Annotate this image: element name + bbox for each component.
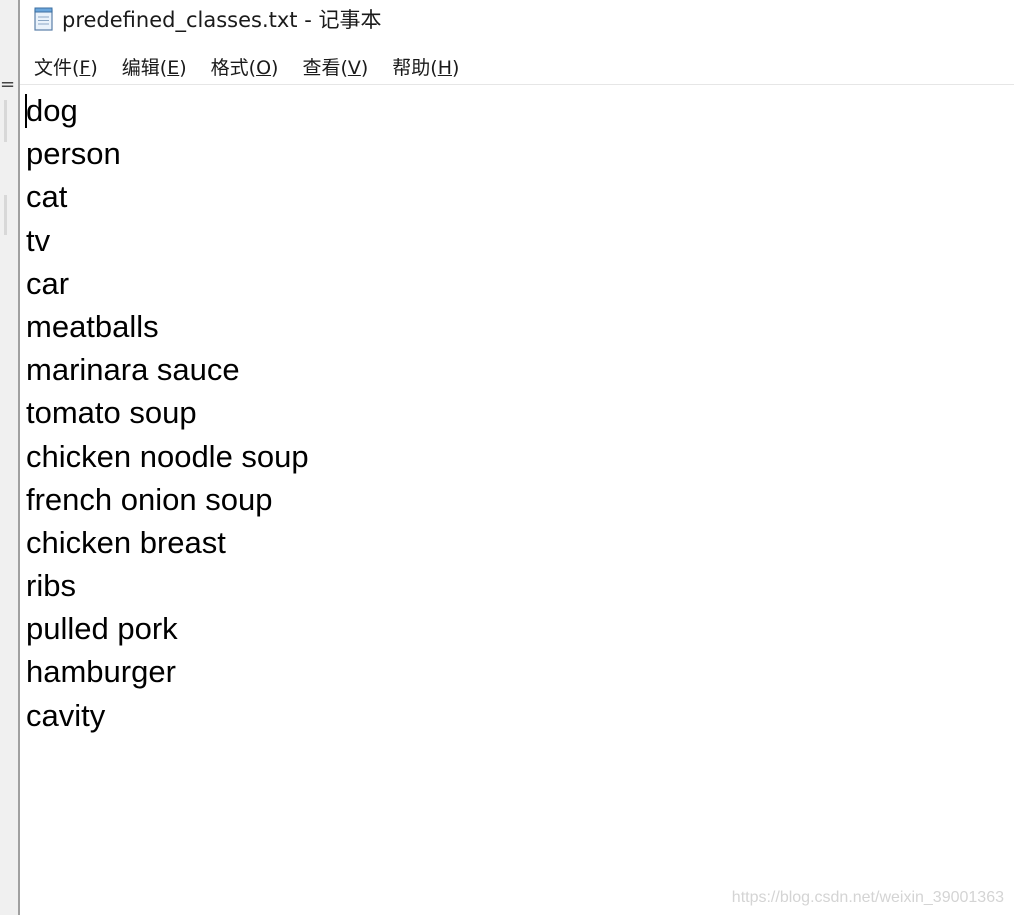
menu-edit-accel: E [167, 56, 180, 79]
text-line: person [26, 136, 121, 172]
text-line: hamburger [26, 654, 176, 690]
text-line: french onion soup [26, 481, 273, 517]
menu-edit-tail: ) [179, 56, 187, 79]
text-line: chicken breast [26, 524, 226, 560]
menu-view-label: 查看( [302, 56, 348, 79]
menu-view-tail: ) [360, 56, 369, 79]
notepad-icon [34, 7, 54, 31]
menu-view-accel: V [347, 56, 361, 79]
menu-format-tail: ) [271, 56, 279, 79]
text-line: pulled pork [26, 611, 178, 647]
menu-file[interactable]: 文件(F) [32, 51, 100, 82]
menu-help-accel: H [437, 56, 453, 79]
menu-edit[interactable]: 编辑(E) [120, 51, 189, 82]
watermark: https://blog.csdn.net/weixin_39001363 [731, 889, 1004, 906]
text-line: cat [26, 179, 68, 215]
menu-format-accel: O [256, 56, 272, 79]
text-line: tomato soup [26, 395, 197, 431]
text-line: tv [26, 222, 51, 258]
text-editor[interactable]: dog person cat tv car meatballs marinara… [20, 86, 1014, 915]
menu-help-tail: ) [452, 56, 460, 79]
text-caret [25, 94, 27, 128]
menu-file-tail: ) [90, 56, 98, 79]
text-line: meatballs [26, 308, 159, 344]
text-line: car [26, 265, 70, 301]
notepad-window: predefined_classes.txt - 记事本 文件(F) 编辑(E)… [18, 0, 1014, 915]
text-line: dog [26, 93, 78, 128]
text-line: marinara sauce [26, 352, 240, 388]
title-bar[interactable]: predefined_classes.txt - 记事本 [20, 0, 1014, 38]
menu-file-label: 文件( [34, 56, 80, 79]
menu-help-label: 帮助( [392, 56, 438, 79]
menu-view[interactable]: 查看(V) [300, 51, 370, 82]
menu-format[interactable]: 格式(O) [209, 51, 281, 82]
background-window-text: = ( [0, 74, 18, 95]
menu-edit-label: 编辑( [121, 56, 168, 79]
menu-file-accel: F [79, 56, 91, 79]
background-window-divider [4, 100, 7, 142]
window-title: predefined_classes.txt - 记事本 [62, 8, 382, 32]
menu-help[interactable]: 帮助(H) [390, 51, 461, 82]
text-line: chicken noodle soup [26, 438, 309, 474]
background-window[interactable]: = ( [0, 0, 18, 915]
screen: = ( predefined_classes.txt - 记事本 文件(F) 编… [0, 0, 1014, 915]
menu-bar: 文件(F) 编辑(E) 格式(O) 查看(V) 帮助(H) [20, 48, 1014, 85]
text-line: cavity [26, 697, 106, 733]
background-window-divider [4, 195, 7, 235]
text-line: ribs [26, 568, 76, 604]
menu-format-label: 格式( [210, 56, 257, 79]
